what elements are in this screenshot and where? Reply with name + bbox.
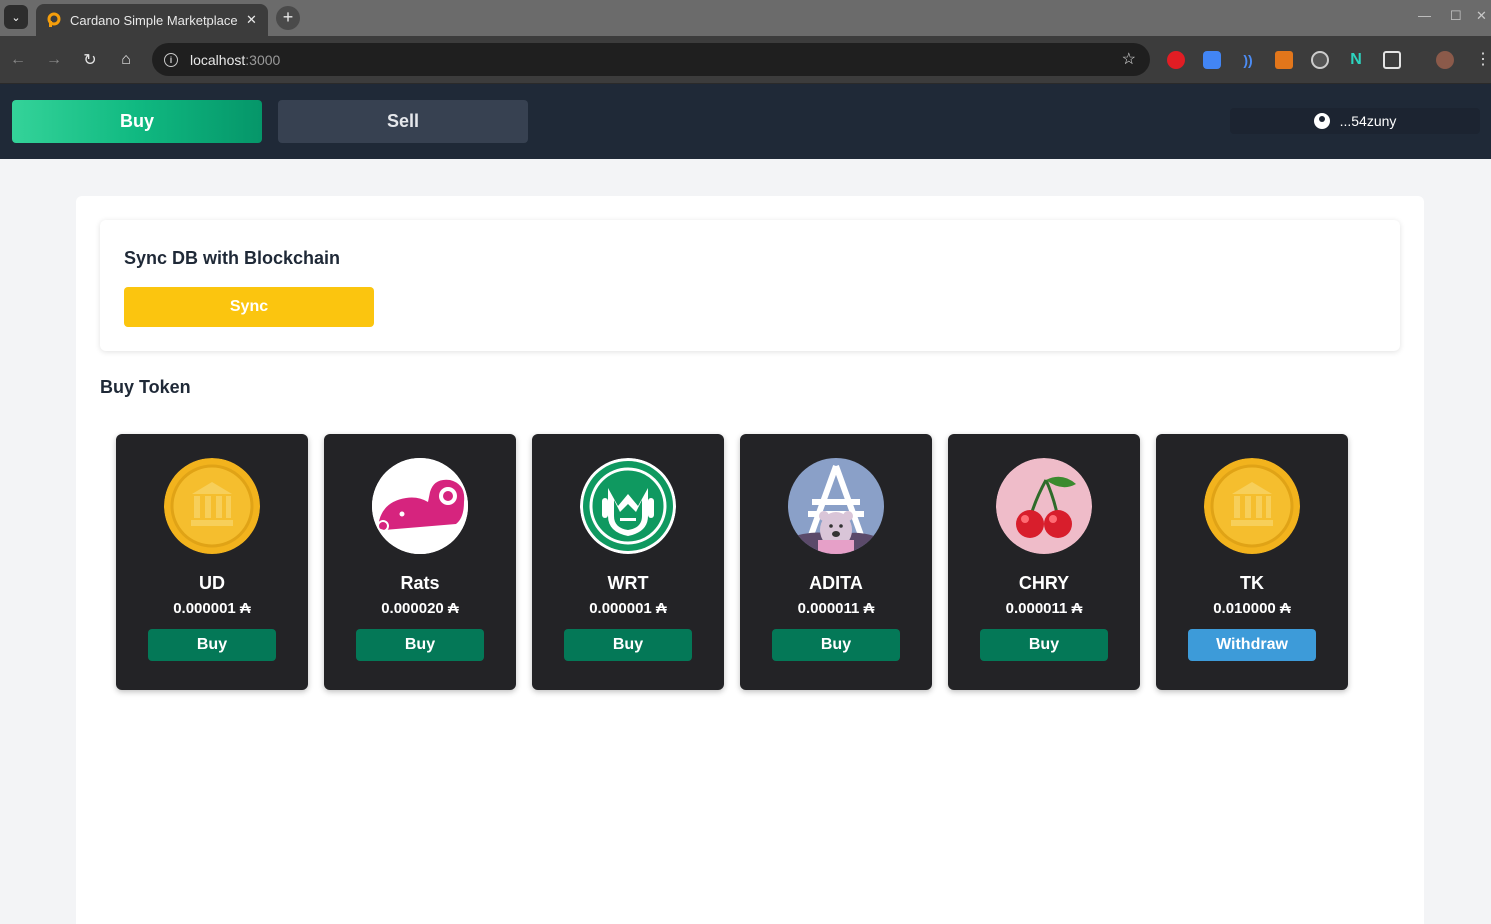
- translate-extension-icon[interactable]: [1203, 51, 1221, 69]
- tab-close-icon[interactable]: ✕: [246, 12, 257, 28]
- url-host: localhost: [190, 51, 246, 68]
- rat-icon: [372, 458, 468, 554]
- reload-icon[interactable]: ↻: [78, 48, 102, 72]
- user-circle-icon: [1313, 113, 1330, 129]
- wrt-logo-icon: [580, 458, 676, 554]
- gold-coin-icon: [164, 458, 260, 554]
- tab-title: Cardano Simple Marketplace: [70, 12, 238, 28]
- token-card: WRT 0.000001 ₳ Buy: [532, 434, 724, 690]
- profile-avatar[interactable]: [1436, 51, 1454, 69]
- sync-button[interactable]: Sync: [124, 287, 374, 327]
- url-port: :3000: [245, 51, 281, 68]
- minimize-icon[interactable]: —: [1418, 8, 1431, 23]
- app-header: Buy Sell ...54zuny: [0, 84, 1491, 159]
- token-card: Rats 0.000020 ₳ Buy: [324, 434, 516, 690]
- close-window-icon[interactable]: ✕: [1476, 8, 1487, 24]
- adita-bear-icon: [788, 458, 884, 554]
- adblock-extension-icon[interactable]: [1167, 51, 1185, 69]
- token-card: ADITA 0.000011 ₳ Buy: [740, 434, 932, 690]
- token-price: 0.000011 ₳: [797, 600, 875, 617]
- token-name: UD: [199, 573, 225, 593]
- token-buy-button[interactable]: Buy: [980, 629, 1108, 661]
- token-name: WRT: [607, 573, 649, 593]
- token-name: ADITA: [809, 573, 863, 593]
- token-price: 0.000020 ₳: [381, 600, 459, 617]
- site-info-icon[interactable]: i: [164, 52, 178, 67]
- nami-extension-icon[interactable]: N: [1347, 51, 1365, 69]
- gold-coin-icon: [1204, 458, 1300, 554]
- cherry-icon: [996, 458, 1092, 554]
- tab-search-icon[interactable]: ⌄: [4, 5, 28, 29]
- token-buy-button[interactable]: Buy: [564, 629, 692, 661]
- extensions-puzzle-icon[interactable]: [1383, 51, 1401, 69]
- main-panel: Sync DB with Blockchain Sync Buy Token U…: [76, 196, 1424, 924]
- browser-toolbar: ← → ↻ ⌂ i localhost:3000 ☆ )) N ⋮: [0, 36, 1491, 84]
- wallet-address: ...54zuny: [1339, 113, 1397, 129]
- browser-tabstrip: ⌄ Cardano Simple Marketplace ✕ + — ☐ ✕: [0, 0, 1491, 36]
- back-icon[interactable]: ←: [6, 48, 30, 72]
- token-buy-button[interactable]: Buy: [148, 629, 276, 661]
- token-name: TK: [1240, 573, 1264, 593]
- token-price: 0.000001 ₳: [589, 600, 667, 617]
- token-name: CHRY: [1018, 573, 1070, 593]
- sync-title: Sync DB with Blockchain: [124, 248, 341, 268]
- new-tab-button[interactable]: +: [276, 6, 300, 30]
- token-name: Rats: [400, 573, 440, 593]
- bookmark-star-icon[interactable]: ☆: [1122, 49, 1136, 69]
- nav-sell-button[interactable]: Sell: [278, 100, 528, 143]
- forward-icon[interactable]: →: [42, 48, 66, 72]
- metamask-extension-icon[interactable]: [1275, 51, 1293, 69]
- wifi-extension-icon[interactable]: )): [1239, 51, 1257, 69]
- maximize-icon[interactable]: ☐: [1450, 8, 1462, 24]
- token-price: 0.010000 ₳: [1213, 600, 1291, 617]
- token-price: 0.000011 ₳: [1005, 600, 1083, 617]
- nav-buy-button[interactable]: Buy: [12, 100, 262, 143]
- token-buy-button[interactable]: Buy: [772, 629, 900, 661]
- wallet-connect-button[interactable]: ...54zuny: [1230, 108, 1480, 134]
- dark-mode-extension-icon[interactable]: [1311, 51, 1329, 69]
- token-buy-button[interactable]: Buy: [356, 629, 484, 661]
- address-bar[interactable]: i localhost:3000 ☆: [152, 43, 1150, 76]
- favicon-icon: [47, 12, 61, 27]
- browser-tab[interactable]: Cardano Simple Marketplace ✕: [36, 4, 268, 36]
- token-withdraw-button[interactable]: Withdraw: [1188, 629, 1316, 661]
- token-price: 0.000001 ₳: [173, 600, 251, 617]
- home-icon[interactable]: ⌂: [114, 48, 138, 72]
- token-card: CHRY 0.000011 ₳ Buy: [948, 434, 1140, 690]
- browser-menu-icon[interactable]: ⋮: [1474, 51, 1491, 69]
- token-card: TK 0.010000 ₳ Withdraw: [1156, 434, 1348, 690]
- sync-card: Sync DB with Blockchain Sync: [100, 220, 1400, 351]
- buy-token-title: Buy Token: [100, 377, 191, 397]
- token-card: UD 0.000001 ₳ Buy: [116, 434, 308, 690]
